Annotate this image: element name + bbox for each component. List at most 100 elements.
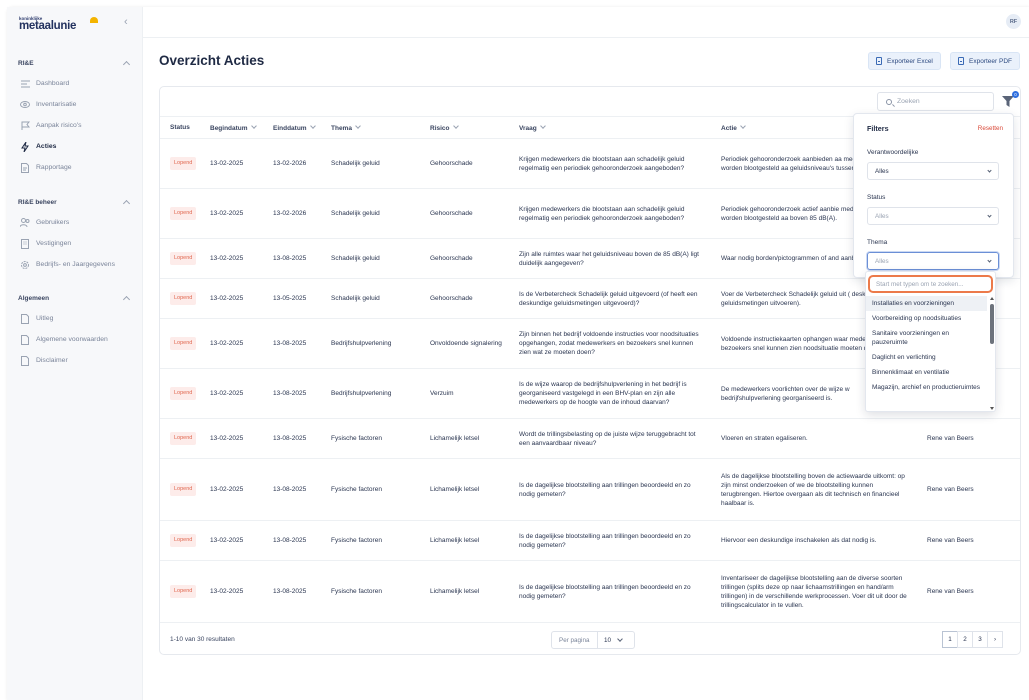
- avatar[interactable]: RF: [1006, 14, 1021, 29]
- table-cell: Schadelijk geluid: [321, 278, 420, 319]
- sidebar-item-gebruikers[interactable]: Gebruikers: [7, 212, 143, 233]
- sun-icon: [90, 17, 98, 23]
- cell-risico: Lichamelijk letsel: [430, 435, 480, 442]
- chevron-down-icon: [355, 122, 361, 129]
- collapse-sidebar-button[interactable]: ‹: [124, 16, 134, 28]
- column-header-risico[interactable]: Risico: [420, 116, 509, 139]
- cell-begindatum: 13-02-2025: [210, 340, 244, 347]
- cell-begindatum: 13-02-2025: [210, 295, 244, 302]
- export-excel-button[interactable]: Exporteer Excel: [868, 52, 941, 70]
- brand-logo[interactable]: koninklijke metaalunie: [18, 16, 98, 34]
- cell-risico: Gehoorschade: [430, 210, 473, 217]
- table-cell: 13-02-2026: [263, 188, 321, 239]
- table-row[interactable]: Lopend 13-02-2025 13-08-2025 Fysische facto…: [160, 520, 1020, 561]
- sidebar-section-algemeen: Algemeen Uitleg Algemene voorwaarden Dis…: [7, 292, 143, 371]
- table-cell: Krijgen medewerkers die blootstaan aan s…: [509, 188, 711, 239]
- sidebar-item-disclaimer[interactable]: Disclaimer: [7, 350, 143, 371]
- sidebar-item-dashboard[interactable]: Dashboard: [7, 73, 143, 94]
- filter-panel-title: Filters: [867, 124, 889, 133]
- column-header-einddatum[interactable]: Einddatum: [263, 116, 321, 139]
- section-title: RI&E beheer: [18, 198, 57, 206]
- thema-option[interactable]: Sanitaire voorzieningen en pauzeruimte: [866, 326, 987, 350]
- scroll-down-icon[interactable]: [990, 407, 994, 410]
- page-button-3[interactable]: 3: [972, 631, 988, 648]
- table-cell: Lopend: [160, 418, 200, 459]
- table-cell: 13-08-2025: [263, 560, 321, 623]
- sidebar-item-bedrijfsgegevens[interactable]: Bedrijfs- en Jaargegevens: [7, 254, 143, 275]
- filter-label-status: Status: [867, 194, 886, 201]
- app-window: koninklijke metaalunie ‹ RI&E Dashboard …: [7, 7, 1029, 700]
- sidebar-section-header[interactable]: RI&E beheer: [7, 196, 143, 208]
- cell-risico: Lichamelijk letsel: [430, 537, 480, 544]
- column-header-vraag[interactable]: Vraag: [509, 116, 711, 139]
- table-row[interactable]: Lopend 13-02-2025 13-08-2025 Fysische facto…: [160, 560, 1020, 623]
- table-cell: Zijn alle ruimtes waar het geluidsniveau…: [509, 238, 711, 279]
- table-cell: Rene van Beers: [917, 418, 1020, 459]
- status-select[interactable]: Alles: [867, 207, 999, 225]
- sidebar-item-aanpak-risicos[interactable]: Aanpak risico's: [7, 115, 143, 136]
- cell-begindatum: 13-02-2025: [210, 537, 244, 544]
- cell-begindatum: 13-02-2025: [210, 160, 244, 167]
- eye-icon: [20, 100, 30, 110]
- cell-thema: Fysische factoren: [331, 537, 382, 544]
- table-cell: Als de dagelijkse blootstelling boven de…: [711, 458, 917, 521]
- reset-filters-link[interactable]: Resetten: [978, 125, 1003, 132]
- cell-thema: Fysische factoren: [331, 435, 382, 442]
- export-pdf-button[interactable]: Exporteer PDF: [950, 52, 1020, 70]
- gear-icon: [20, 260, 30, 270]
- sidebar-section-header[interactable]: Algemeen: [7, 292, 143, 304]
- sidebar-item-uitleg[interactable]: Uitleg: [7, 308, 143, 329]
- sidebar-item-rapportage[interactable]: Rapportage: [7, 157, 143, 178]
- sidebar-item-acties[interactable]: Acties: [7, 136, 143, 157]
- cell-begindatum: 13-02-2025: [210, 486, 244, 493]
- thema-select[interactable]: Alles: [867, 252, 999, 270]
- cell-vraag: Krijgen medewerkers die blootstaan aan s…: [519, 155, 685, 172]
- status-badge: Lopend: [170, 292, 197, 305]
- per-page-select[interactable]: Per pagina 10: [551, 631, 635, 649]
- thema-option[interactable]: Voorbereiding op noodsituaties: [866, 311, 987, 326]
- scroll-up-icon[interactable]: [990, 297, 994, 300]
- next-page-button[interactable]: ›: [987, 631, 1003, 648]
- sidebar-item-label: Rapportage: [36, 164, 72, 171]
- scrollbar-thumb[interactable]: [990, 304, 994, 344]
- table-cell: 13-08-2025: [263, 418, 321, 459]
- top-bar: RF: [143, 7, 1029, 38]
- table-cell: Schadelijk geluid: [321, 188, 420, 239]
- thema-search-input[interactable]: Start met typen om te zoeken...: [868, 275, 993, 293]
- sidebar-section-header[interactable]: RI&E: [7, 57, 143, 69]
- cell-thema: Bedrijfshulpverlening: [331, 340, 392, 347]
- column-header-begindatum[interactable]: Begindatum: [200, 116, 263, 139]
- table-cell: 13-08-2025: [263, 520, 321, 561]
- column-header-thema[interactable]: Thema: [321, 116, 420, 139]
- table-cell: Bedrijfshulpverlening: [321, 368, 420, 419]
- search-input[interactable]: Zoeken: [877, 92, 994, 111]
- sidebar-item-inventarisatie[interactable]: Inventarisatie: [7, 94, 143, 115]
- cell-risico: Lichamelijk letsel: [430, 486, 480, 493]
- chevron-down-icon: [250, 122, 257, 129]
- thema-option[interactable]: Magazijn, archief en productieruimtes: [866, 380, 987, 395]
- filter-icon[interactable]: [1002, 96, 1014, 107]
- thema-option[interactable]: Daglicht en verlichting: [866, 350, 987, 365]
- table-row[interactable]: Lopend 13-02-2025 13-08-2025 Fysische facto…: [160, 418, 1020, 459]
- table-cell: Lichamelijk letsel: [420, 520, 509, 561]
- document-icon: [20, 334, 30, 345]
- per-page-label: Per pagina: [552, 632, 598, 648]
- sidebar-item-vestigingen[interactable]: Vestigingen: [7, 233, 143, 254]
- sidebar-item-label: Bedrijfs- en Jaargegevens: [36, 261, 115, 268]
- verantwoordelijke-select[interactable]: Alles: [867, 162, 999, 180]
- table-row[interactable]: Lopend 13-02-2025 13-08-2025 Fysische facto…: [160, 458, 1020, 521]
- sidebar-item-algemene-voorwaarden[interactable]: Algemene voorwaarden: [7, 329, 143, 350]
- page-button-1[interactable]: 1: [942, 631, 958, 648]
- per-page-value[interactable]: 10: [598, 637, 618, 644]
- table-cell: 13-02-2025: [200, 458, 263, 521]
- sidebar-section-rie-beheer: RI&E beheer Gebruikers Vestigingen Bedri…: [7, 196, 143, 275]
- sidebar-item-label: Gebruikers: [36, 219, 70, 226]
- thema-option[interactable]: Installaties en voorzieningen: [866, 296, 987, 311]
- thema-option[interactable]: Binnenklimaat en ventilatie: [866, 365, 987, 380]
- chevron-up-icon: [122, 199, 131, 208]
- filter-label-verantwoordelijke: Verantwoordelijke: [867, 149, 919, 156]
- table-cell: 13-08-2025: [263, 458, 321, 521]
- dropdown-scrollbar[interactable]: [989, 296, 995, 411]
- page-button-2[interactable]: 2: [957, 631, 973, 648]
- cell-owner: Rene van Beers: [927, 435, 974, 442]
